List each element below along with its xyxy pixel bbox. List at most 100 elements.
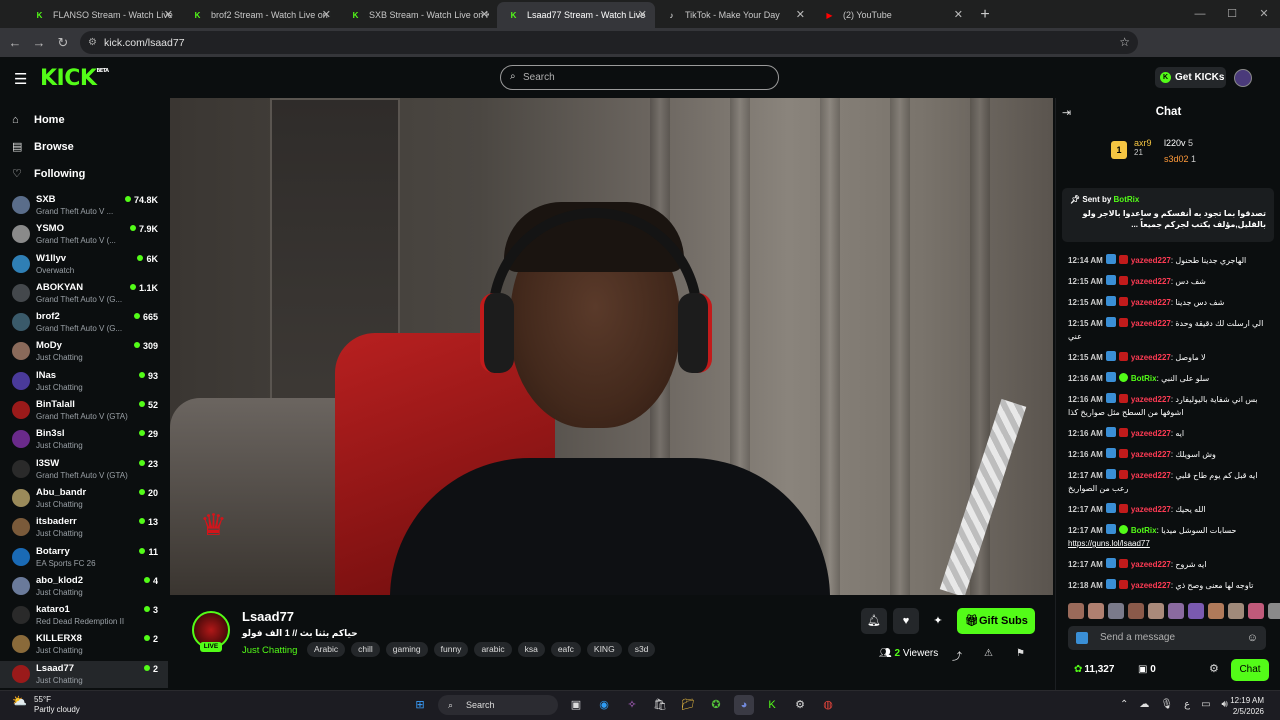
- microphone-icon[interactable]: 🎙︎: [1160, 699, 1173, 710]
- followed-channel-item[interactable]: MoDy Just Chatting 309: [0, 338, 168, 367]
- tab-close-icon[interactable]: ✕: [796, 8, 805, 21]
- message-username[interactable]: yazeed227: [1131, 256, 1171, 265]
- pinned-message[interactable]: 📌︎ Sent by BotRix تصدقوا بما تجود به أنف…: [1062, 188, 1274, 242]
- message-username[interactable]: yazeed227: [1131, 505, 1171, 514]
- edge-browser-icon[interactable]: ◉: [594, 695, 614, 715]
- message-username[interactable]: yazeed227: [1131, 319, 1171, 328]
- reload-icon[interactable]: ↻: [51, 35, 75, 51]
- volume-icon[interactable]: 🔊︎: [1222, 699, 1228, 710]
- message-username[interactable]: BotRix: [1131, 526, 1157, 535]
- emote-icon[interactable]: [1168, 603, 1184, 619]
- browser-tab[interactable]: Kbrof2 Stream - Watch Live on K ✕: [181, 2, 339, 28]
- followed-channel-item[interactable]: lNas Just Chatting 93: [0, 368, 168, 397]
- message-username[interactable]: yazeed227: [1131, 353, 1171, 362]
- language-icon[interactable]: ع: [1184, 699, 1190, 710]
- message-username[interactable]: yazeed227: [1131, 581, 1171, 590]
- user-avatar[interactable]: [1234, 69, 1252, 87]
- followed-channel-item[interactable]: brof2 Grand Theft Auto V (G... 665: [0, 309, 168, 338]
- follow-button[interactable]: ♥: [893, 608, 919, 634]
- url-field[interactable]: ⚙ kick.com/lsaad77 ☆: [80, 31, 1138, 54]
- kick-app-icon[interactable]: K: [762, 695, 782, 715]
- maximize-icon[interactable]: ☐: [1216, 0, 1248, 28]
- followed-channel-item[interactable]: itsbaderr Just Chatting 13: [0, 514, 168, 543]
- bookmark-star-icon[interactable]: ☆: [1119, 35, 1130, 49]
- emote-icon[interactable]: [1208, 603, 1224, 619]
- new-tab-button[interactable]: +: [971, 2, 999, 28]
- stream-tag[interactable]: chill: [351, 642, 380, 657]
- emote-icon[interactable]: [1068, 603, 1084, 619]
- tab-close-icon[interactable]: ✕: [954, 8, 963, 21]
- site-info-icon[interactable]: ⚙: [88, 37, 97, 48]
- stream-tag[interactable]: KING: [586, 642, 622, 657]
- video-player[interactable]: ♛: [170, 98, 1053, 595]
- minimize-icon[interactable]: —: [1184, 0, 1216, 28]
- tab-close-icon[interactable]: ✕: [164, 8, 173, 21]
- copilot-icon[interactable]: ✧: [622, 695, 642, 715]
- browser-tab[interactable]: K Lsaad77 Stream - Watch Live o ✕: [497, 2, 655, 28]
- emote-icon[interactable]: [1248, 603, 1264, 619]
- sidebar-nav-following[interactable]: ♡ Following: [0, 160, 168, 187]
- browser-tab[interactable]: K SXB Stream - Watch Live on Ki ✕: [339, 2, 497, 28]
- leaderboard-entry[interactable]: s3d02 1: [1164, 154, 1196, 164]
- store-icon[interactable]: 🛍︎: [650, 695, 670, 715]
- stream-tag[interactable]: ksa: [517, 642, 545, 657]
- report-icon[interactable]: ⚠: [984, 648, 993, 659]
- stream-tag[interactable]: eafc: [550, 642, 581, 657]
- message-link[interactable]: https://guns.lol/lsaad77: [1068, 539, 1150, 548]
- followed-channel-item[interactable]: SXB Grand Theft Auto V ... 74.8K: [0, 192, 168, 221]
- kick-logo[interactable]: KICKBETA: [40, 66, 109, 91]
- message-username[interactable]: yazeed227: [1131, 429, 1171, 438]
- emote-icon[interactable]: [1148, 603, 1164, 619]
- tokens-balance[interactable]: ▣ 0: [1138, 664, 1156, 675]
- windows-start-icon[interactable]: ⊞: [410, 695, 430, 715]
- followed-channel-item[interactable]: KILLERX8 Just Chatting 2: [0, 631, 168, 660]
- stream-tag[interactable]: arabic: [474, 642, 512, 657]
- message-username[interactable]: yazeed227: [1131, 277, 1171, 286]
- share-icon[interactable]: ⤴: [952, 648, 962, 663]
- browser-tab[interactable]: ▶ (2) YouTube ✕: [813, 2, 971, 28]
- message-username[interactable]: yazeed227: [1131, 395, 1171, 404]
- task-view-icon[interactable]: ▣: [566, 695, 586, 715]
- discord-icon[interactable]: ◕: [734, 695, 754, 715]
- followed-channel-item[interactable]: Lsaad77 Just Chatting 2: [0, 660, 168, 688]
- onedrive-icon[interactable]: ☁: [1139, 699, 1149, 710]
- hamburger-menu-icon[interactable]: ☰: [14, 70, 27, 88]
- network-icon[interactable]: ▭: [1201, 699, 1210, 710]
- chat-settings-gear-icon[interactable]: ⚙: [1209, 662, 1219, 675]
- chat-send-button[interactable]: Chat: [1231, 659, 1269, 681]
- close-window-icon[interactable]: ✕: [1248, 0, 1280, 28]
- file-explorer-icon[interactable]: 📁︎: [678, 695, 698, 715]
- followed-channel-item[interactable]: kataro1 Red Dead Redemption II 3: [0, 602, 168, 631]
- followed-channel-item[interactable]: l3SW Grand Theft Auto V (GTA) 23: [0, 456, 168, 485]
- stream-tag[interactable]: s3d: [627, 642, 656, 657]
- settings-app-icon[interactable]: ⚙: [790, 695, 810, 715]
- emoji-picker-icon[interactable]: ☺: [1247, 626, 1258, 650]
- forward-icon[interactable]: →: [27, 35, 51, 50]
- message-username[interactable]: yazeed227: [1131, 298, 1171, 307]
- stream-tag[interactable]: funny: [433, 642, 469, 657]
- emote-icon[interactable]: [1108, 603, 1124, 619]
- leaderboard-entry[interactable]: axr9 21: [1134, 138, 1152, 157]
- stream-tag[interactable]: gaming: [385, 642, 428, 657]
- emote-icon[interactable]: [1128, 603, 1144, 619]
- emote-icon[interactable]: [1228, 603, 1244, 619]
- message-username[interactable]: yazeed227: [1131, 471, 1171, 480]
- tab-close-icon[interactable]: ✕: [638, 8, 647, 21]
- chrome-icon[interactable]: ◍: [818, 695, 838, 715]
- kicks-balance[interactable]: ✿ 11,327: [1074, 664, 1114, 675]
- clock[interactable]: 12:19 AM 2/5/2026: [1230, 695, 1264, 717]
- emote-icon[interactable]: [1088, 603, 1104, 619]
- followed-channel-item[interactable]: ABOKYAN Grand Theft Auto V (G... 1.1K: [0, 280, 168, 309]
- followed-channel-item[interactable]: abo_klod2 Just Chatting 4: [0, 573, 168, 602]
- message-username[interactable]: yazeed227: [1131, 560, 1171, 569]
- get-kicks-button[interactable]: K Get KICKs: [1155, 67, 1226, 88]
- clip-button[interactable]: ✦: [925, 608, 951, 634]
- followed-channel-item[interactable]: Abu_bandr Just Chatting 20: [0, 485, 168, 514]
- emote-icon[interactable]: [1268, 603, 1280, 619]
- chat-message-input[interactable]: Send a message ☺: [1068, 626, 1266, 650]
- message-username[interactable]: BotRix: [1131, 374, 1157, 383]
- followed-channel-item[interactable]: W1llyv Overwatch 6K: [0, 251, 168, 280]
- emote-icon[interactable]: [1188, 603, 1204, 619]
- tab-close-icon[interactable]: ✕: [480, 8, 489, 21]
- followed-channel-item[interactable]: YSMO Grand Theft Auto V (... 7.9K: [0, 221, 168, 250]
